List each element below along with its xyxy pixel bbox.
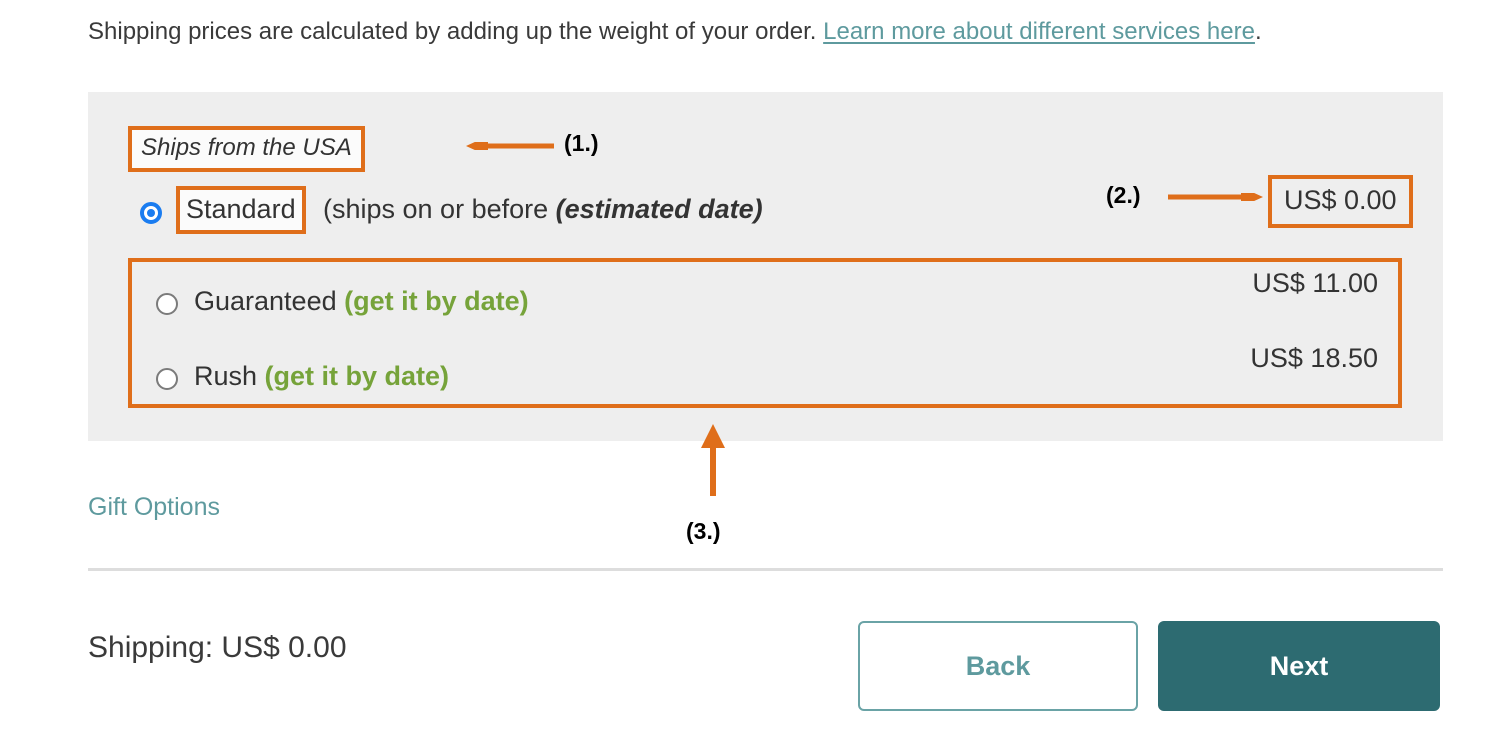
shipping-total: Shipping: US$ 0.00 [88,631,347,664]
arrow-up-icon [701,424,725,496]
footer-divider [88,568,1443,571]
annotation-1-label: (1.) [564,130,599,156]
shipping-option-rush[interactable]: Rush (get it by date) US$ 18.50 [132,337,1398,412]
shipping-options-panel: Ships from the USA (1.) Standard (ships … [88,92,1443,441]
next-button[interactable]: Next [1158,621,1440,711]
standard-description-text: (ships on or before [323,194,556,224]
standard-label: Standard [176,186,306,234]
annotation-3: (3.) [676,424,796,544]
radio-standard[interactable] [140,202,162,224]
annotation-2: (2.) [1106,180,1286,216]
standard-price: US$ 0.00 [1268,175,1413,228]
shipping-option-guaranteed[interactable]: Guaranteed (get it by date) US$ 11.00 [132,262,1398,337]
intro-text-before: Shipping prices are calculated by adding… [88,18,824,45]
guaranteed-price: US$ 11.00 [1252,268,1378,298]
gift-options-link[interactable]: Gift Options [88,490,220,524]
standard-estimated-date: (estimated date) [555,194,763,224]
standard-description: (ships on or before (estimated date) [323,190,763,228]
arrow-right-icon [1168,193,1263,201]
radio-guaranteed[interactable] [156,293,178,315]
learn-more-link[interactable]: Learn more about different services here [823,18,1255,45]
guaranteed-label: Guaranteed (get it by date) [194,282,529,320]
intro-text-after: . [1254,18,1262,45]
annotation-1: (1.) [466,130,616,166]
intro-sentence: Shipping prices are calculated by adding… [88,16,1262,48]
ships-from-label: Ships from the USA [128,126,365,172]
rush-name: Rush [194,361,258,391]
radio-rush[interactable] [156,368,178,390]
rush-price: US$ 18.50 [1250,343,1378,373]
guaranteed-eta: (get it by date) [344,286,529,316]
premium-options-group: Guaranteed (get it by date) US$ 11.00 Ru… [128,258,1402,408]
annotation-3-label: (3.) [686,518,721,544]
annotation-2-label: (2.) [1106,182,1141,208]
rush-eta: (get it by date) [264,361,450,391]
rush-label: Rush (get it by date) [194,357,449,395]
guaranteed-name: Guaranteed [194,286,337,316]
arrow-left-icon [466,142,554,150]
back-button[interactable]: Back [858,621,1138,711]
